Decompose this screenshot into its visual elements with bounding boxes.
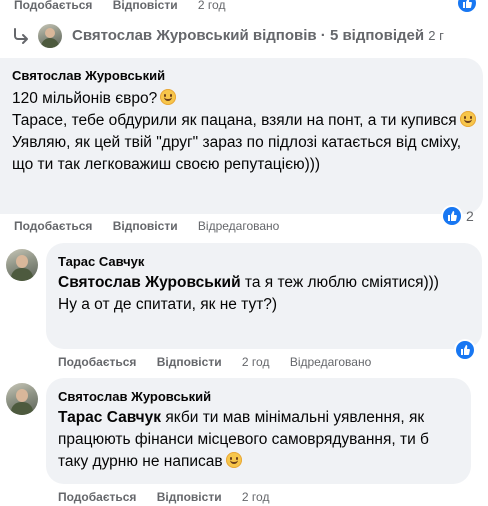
edited-label: Відредаговано	[197, 219, 280, 233]
emoji-smile-icon	[459, 111, 476, 127]
timestamp[interactable]: 2 год	[242, 490, 270, 504]
reply-summary-time[interactable]: 2 г	[428, 28, 444, 43]
comment-actions: Подобається Відповісти Відредаговано	[14, 219, 296, 233]
avatar[interactable]	[38, 24, 62, 48]
like-link[interactable]: Подобається	[14, 0, 92, 12]
like-link[interactable]: Подобається	[14, 219, 92, 233]
like-link[interactable]: Подобається	[58, 355, 136, 369]
comment-line: Уявляю, як цей твій "друг" зараз по підл…	[12, 134, 462, 173]
comment-line: Тарасе, тебе обдурили як пацана, взяли н…	[12, 112, 457, 129]
comment-text: Святослав Журовський та я теж люблю смія…	[58, 272, 476, 316]
comment-author[interactable]: Тарас Савчук	[58, 254, 144, 269]
reply-summary-text[interactable]: Святослав Журовський відповів · 5 відпов…	[72, 27, 424, 44]
reply-arrow-icon	[12, 27, 30, 50]
emoji-smile-icon	[160, 89, 177, 105]
comment-line: та я теж люблю сміятися)))	[240, 274, 439, 291]
comment-bubble: Святослав Журовський 120 мільйонів євро?…	[0, 58, 483, 214]
avatar[interactable]	[6, 249, 38, 281]
comment-author[interactable]: Святослав Журовський	[58, 389, 211, 404]
emoji-smile-icon	[225, 452, 242, 468]
like-link[interactable]: Подобається	[58, 490, 136, 504]
timestamp[interactable]: 2 год	[242, 355, 270, 369]
reply-link[interactable]: Відповісти	[113, 0, 178, 12]
reply-link[interactable]: Відповісти	[113, 219, 178, 233]
comment-bubble: Тарас Савчук Святослав Журовський та я т…	[46, 243, 482, 349]
reaction-count[interactable]: 2	[466, 208, 474, 224]
comment-author[interactable]: Святослав Журовський	[12, 68, 165, 83]
mention-link[interactable]: Тарас Савчук	[58, 409, 161, 426]
comment-actions: Подобається Відповісти 2 год	[58, 490, 286, 504]
reply-link[interactable]: Відповісти	[157, 355, 222, 369]
like-reaction-icon[interactable]	[458, 0, 476, 12]
like-reaction-icon[interactable]	[443, 207, 461, 225]
edited-label: Відредаговано	[289, 355, 372, 369]
comment-line: 120 мільйонів євро?	[12, 90, 158, 107]
like-reaction-icon[interactable]	[456, 341, 474, 359]
comment-actions: Подобається Відповісти 2 год Відредагова…	[58, 355, 388, 369]
comment-text: Тарас Савчук якби ти мав мінімальні уявл…	[58, 407, 458, 473]
timestamp[interactable]: 2 год	[198, 0, 226, 12]
comment-bubble: Святослав Журовський Тарас Савчук якби т…	[46, 378, 471, 484]
view-replies-link[interactable]: Святослав Журовський відповів · 5 відпов…	[72, 27, 444, 44]
avatar[interactable]	[6, 383, 38, 415]
comment-text: 120 мільйонів євро? Тарасе, тебе обдурил…	[12, 88, 476, 176]
mention-link[interactable]: Святослав Журовський	[58, 274, 241, 291]
comment-line: Ну а от де спитати, як не тут?)	[58, 296, 278, 313]
top-comment-actions: Подобається Відповісти 2 год	[14, 0, 242, 12]
reply-link[interactable]: Відповісти	[157, 490, 222, 504]
